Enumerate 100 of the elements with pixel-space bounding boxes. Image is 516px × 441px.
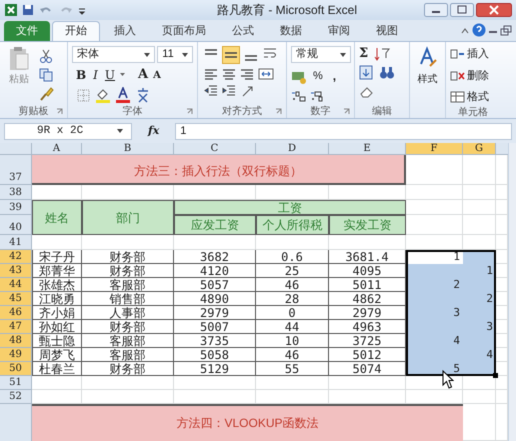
- align-right-icon[interactable]: [240, 67, 254, 81]
- row-header[interactable]: 41: [0, 235, 32, 250]
- row-header[interactable]: 48: [0, 334, 32, 348]
- increase-decimal-icon[interactable]: [291, 89, 306, 103]
- grow-font-button[interactable]: A: [138, 65, 148, 85]
- row-header[interactable]: 45: [0, 292, 32, 306]
- cell[interactable]: 3: [463, 320, 496, 334]
- bold-button[interactable]: B: [76, 66, 86, 84]
- ribbon-tab[interactable]: 文件: [4, 21, 50, 41]
- row-header[interactable]: 40: [0, 215, 32, 235]
- dialog-launcher-icon[interactable]: [56, 108, 63, 115]
- workbook-restore-icon[interactable]: [500, 25, 512, 37]
- column-header[interactable]: C: [174, 143, 256, 155]
- row-header[interactable]: 37: [0, 155, 32, 185]
- fill-color-icon[interactable]: [95, 87, 111, 103]
- number-format-field[interactable]: 常规: [291, 46, 351, 63]
- close-icon[interactable]: [476, 3, 512, 17]
- brush-icon[interactable]: [38, 86, 54, 101]
- styles-button[interactable]: 样式: [414, 46, 441, 104]
- cell[interactable]: 4: [406, 334, 463, 348]
- insert-cells-button[interactable]: 插入: [450, 46, 489, 62]
- decrease-indent-icon[interactable]: [204, 84, 218, 98]
- row-header[interactable]: 42: [0, 250, 32, 264]
- vertical-scrollbar[interactable]: [508, 143, 516, 441]
- maximize-icon[interactable]: [450, 3, 474, 17]
- ribbon-tab[interactable]: 开始: [52, 21, 100, 41]
- dialog-launcher-icon[interactable]: [186, 108, 193, 115]
- empty-cell[interactable]: [406, 185, 463, 200]
- binoculars-icon[interactable]: [379, 65, 395, 80]
- align-left-icon[interactable]: [204, 67, 218, 81]
- column-header[interactable]: B: [82, 143, 174, 155]
- merge-center-icon[interactable]: [258, 67, 274, 81]
- cell[interactable]: 1: [463, 264, 496, 278]
- row-header[interactable]: 49: [0, 348, 32, 362]
- copy-icon[interactable]: [38, 67, 54, 82]
- fill-down-icon[interactable]: [359, 65, 373, 80]
- column-header[interactable]: F: [406, 143, 463, 155]
- cell[interactable]: 2: [406, 278, 463, 292]
- row-header[interactable]: 50: [0, 362, 32, 376]
- autosum-button[interactable]: Σ: [359, 47, 368, 60]
- middle-align-button[interactable]: [222, 46, 240, 64]
- row-header[interactable]: 47: [0, 320, 32, 334]
- font-size-field[interactable]: 11: [157, 46, 193, 63]
- percent-button[interactable]: %: [313, 68, 323, 84]
- empty-cell[interactable]: [82, 376, 174, 390]
- row-header[interactable]: 44: [0, 278, 32, 292]
- border-icon[interactable]: [76, 88, 91, 102]
- ribbon-tab[interactable]: 视图: [364, 21, 410, 41]
- column-header[interactable]: [496, 143, 508, 155]
- row-header[interactable]: 52: [0, 390, 32, 404]
- align-center-icon[interactable]: [222, 67, 236, 81]
- row-header[interactable]: 43: [0, 264, 32, 278]
- font-color-icon[interactable]: [115, 87, 131, 103]
- cell[interactable]: 3: [406, 306, 463, 320]
- cell[interactable]: 4: [463, 348, 496, 362]
- empty-cell[interactable]: [329, 376, 406, 390]
- ribbon-tab[interactable]: 公式: [220, 21, 266, 41]
- delete-cells-button[interactable]: 删除: [450, 68, 489, 84]
- dialog-launcher-icon[interactable]: [275, 108, 282, 115]
- underline-button[interactable]: U: [104, 66, 116, 84]
- empty-cell[interactable]: [256, 376, 329, 390]
- ribbon-tab[interactable]: 数据: [268, 21, 314, 41]
- row-header[interactable]: 38: [0, 185, 32, 200]
- insert-function-button[interactable]: fx: [136, 122, 172, 140]
- select-all-corner[interactable]: [0, 143, 32, 155]
- ribbon-tab[interactable]: 插入: [102, 21, 148, 41]
- empty-cell[interactable]: [463, 185, 496, 200]
- row-header[interactable]: 39: [0, 200, 32, 215]
- format-cells-button[interactable]: 格式: [450, 89, 489, 106]
- column-header[interactable]: G: [463, 143, 496, 155]
- row-header[interactable]: 46: [0, 306, 32, 320]
- cell[interactable]: 2: [463, 292, 496, 306]
- empty-cell[interactable]: [463, 200, 496, 215]
- comma-style-button[interactable]: ,: [328, 67, 340, 85]
- empty-cell[interactable]: [463, 215, 496, 235]
- empty-cell[interactable]: [406, 235, 463, 250]
- formula-input[interactable]: 1: [175, 122, 512, 140]
- phonetic-guide-icon[interactable]: [135, 87, 151, 103]
- help-icon[interactable]: [472, 23, 486, 37]
- column-header[interactable]: A: [32, 143, 82, 155]
- shrink-font-button[interactable]: A: [153, 68, 161, 82]
- increase-indent-icon[interactable]: [222, 84, 236, 98]
- row-header[interactable]: [0, 404, 32, 441]
- font-name-field[interactable]: 宋体: [72, 46, 156, 63]
- column-header[interactable]: E: [329, 143, 406, 155]
- excel-logo-icon[interactable]: [4, 3, 18, 17]
- empty-cell[interactable]: [174, 376, 256, 390]
- save-icon[interactable]: [22, 4, 34, 16]
- column-header[interactable]: D: [256, 143, 329, 155]
- ribbon-tab[interactable]: 页面布局: [150, 21, 218, 41]
- empty-cell[interactable]: [463, 390, 496, 404]
- dialog-launcher-icon[interactable]: [343, 108, 350, 115]
- scissors-icon[interactable]: [38, 48, 54, 63]
- sort-filter-icon[interactable]: [374, 46, 390, 61]
- minimize-icon[interactable]: [424, 3, 448, 17]
- decrease-decimal-icon[interactable]: [310, 89, 325, 103]
- italic-button[interactable]: I: [91, 66, 100, 84]
- name-box[interactable]: 9R x 2C: [4, 122, 132, 140]
- ribbon-tab[interactable]: 审阅: [316, 21, 362, 41]
- empty-cell[interactable]: [463, 155, 496, 185]
